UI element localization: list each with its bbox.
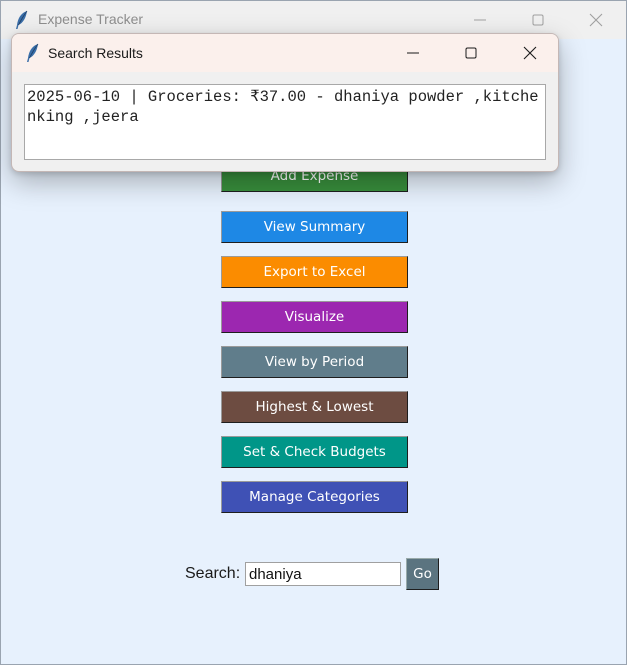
manage-categories-label: Manage Categories (249, 488, 380, 505)
highest-lowest-label: Highest & Lowest (255, 398, 374, 415)
dialog-titlebar[interactable]: Search Results (12, 34, 558, 72)
manage-categories-button[interactable]: Manage Categories (221, 481, 408, 513)
minimize-icon (407, 52, 419, 54)
dialog-title: Search Results (48, 45, 143, 61)
dialog-close-button[interactable] (501, 34, 558, 72)
close-button[interactable] (567, 1, 625, 39)
close-icon (589, 13, 603, 27)
visualize-button[interactable]: Visualize (221, 301, 408, 333)
set-check-budgets-button[interactable]: Set & Check Budgets (221, 436, 408, 468)
window-title: Expense Tracker (38, 11, 144, 27)
maximize-icon (465, 47, 477, 59)
feather-icon (16, 10, 28, 29)
dialog-minimize-button[interactable] (384, 34, 442, 72)
export-to-excel-label: Export to Excel (263, 263, 366, 280)
visualize-label: Visualize (284, 308, 345, 325)
search-input[interactable] (245, 562, 401, 586)
go-label: Go (413, 566, 432, 582)
minimize-icon (474, 19, 486, 21)
export-to-excel-button[interactable]: Export to Excel (221, 256, 408, 288)
search-results-text[interactable]: 2025-06-10 | Groceries: ₹37.00 - dhaniya… (24, 84, 546, 160)
view-by-period-label: View by Period (264, 353, 365, 370)
dialog-maximize-button[interactable] (442, 34, 500, 72)
go-button[interactable]: Go (406, 558, 439, 590)
set-check-budgets-label: Set & Check Budgets (243, 443, 386, 460)
feather-icon (27, 43, 39, 62)
search-results-dialog: Search Results 2025-06-10 | Groceries: ₹… (11, 33, 559, 172)
highest-lowest-button[interactable]: Highest & Lowest (221, 391, 408, 423)
view-summary-button[interactable]: View Summary (221, 211, 408, 243)
search-label: Search: (185, 565, 241, 582)
view-by-period-button[interactable]: View by Period (221, 346, 408, 378)
maximize-icon (532, 14, 544, 26)
close-icon (523, 46, 537, 60)
view-summary-label: View Summary (263, 218, 366, 235)
